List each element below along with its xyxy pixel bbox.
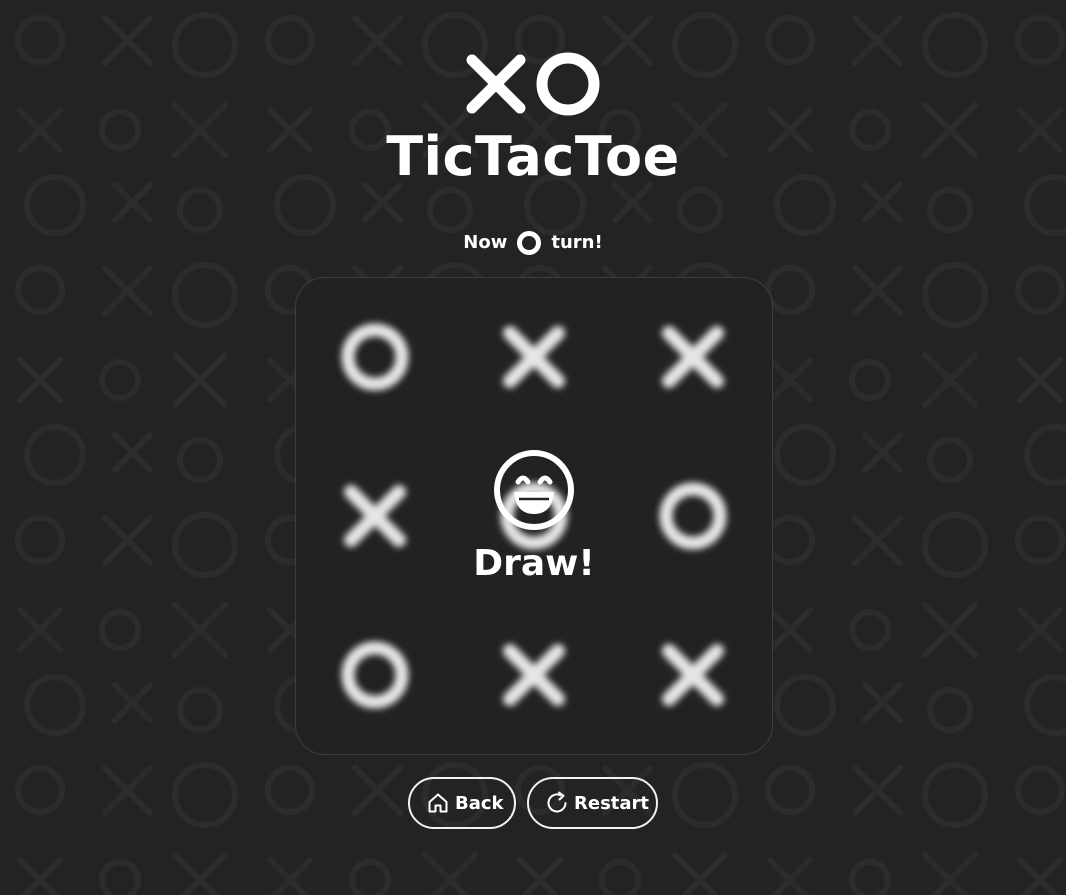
- board-cell-1[interactable]: [296, 278, 455, 437]
- board-cell-3[interactable]: [613, 278, 772, 437]
- back-button[interactable]: Back: [408, 777, 516, 829]
- board-cell-8[interactable]: [455, 595, 614, 754]
- o-mark-icon: [341, 323, 409, 391]
- grinning-face-icon: [494, 450, 574, 530]
- action-buttons: Back Restart: [0, 777, 1066, 829]
- board-cell-9[interactable]: [613, 595, 772, 754]
- home-icon: [428, 793, 448, 813]
- board-cell-2[interactable]: [455, 278, 614, 437]
- board-cell-7[interactable]: [296, 595, 455, 754]
- xo-logo: [466, 52, 600, 116]
- turn-indicator: Now turn!: [0, 230, 1066, 256]
- o-mark-icon: [341, 641, 409, 709]
- restart-icon: [547, 791, 567, 813]
- result-overlay: Draw!: [296, 448, 772, 586]
- x-mark-icon: [502, 643, 565, 706]
- x-mark-icon: [661, 326, 724, 389]
- restart-button[interactable]: Restart: [527, 777, 658, 829]
- back-label: Back: [455, 792, 504, 814]
- turn-prefix: Now: [463, 232, 508, 253]
- game-screen: TicTacToe Now turn! Draw! Back Restart: [0, 0, 1066, 895]
- o-player-icon: [517, 231, 542, 255]
- app-title: TicTacToe: [386, 125, 680, 188]
- result-text: Draw!: [473, 543, 595, 584]
- turn-suffix: turn!: [551, 232, 603, 253]
- restart-label: Restart: [574, 792, 650, 814]
- x-mark-icon: [502, 326, 565, 389]
- x-mark-icon: [661, 643, 724, 706]
- game-board: Draw!: [295, 277, 773, 755]
